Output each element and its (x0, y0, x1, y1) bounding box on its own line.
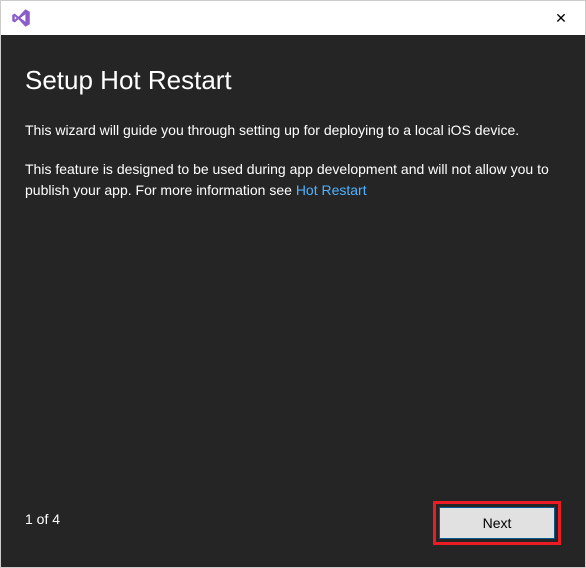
wizard-content: Setup Hot Restart This wizard will guide… (1, 35, 585, 567)
wizard-footer: 1 of 4 Next (25, 501, 561, 545)
next-button[interactable]: Next (439, 507, 555, 539)
visual-studio-icon (11, 8, 31, 28)
page-title: Setup Hot Restart (25, 65, 561, 96)
feature-paragraph: This feature is designed to be used duri… (25, 159, 561, 201)
wizard-window: ✕ Setup Hot Restart This wizard will gui… (0, 0, 586, 568)
intro-paragraph: This wizard will guide you through setti… (25, 120, 561, 141)
hot-restart-link[interactable]: Hot Restart (296, 182, 367, 198)
step-counter: 1 of 4 (25, 511, 60, 535)
feature-text: This feature is designed to be used duri… (25, 161, 549, 198)
close-button[interactable]: ✕ (545, 2, 577, 34)
next-button-highlight: Next (433, 501, 561, 545)
titlebar: ✕ (1, 1, 585, 35)
close-icon: ✕ (555, 10, 567, 27)
